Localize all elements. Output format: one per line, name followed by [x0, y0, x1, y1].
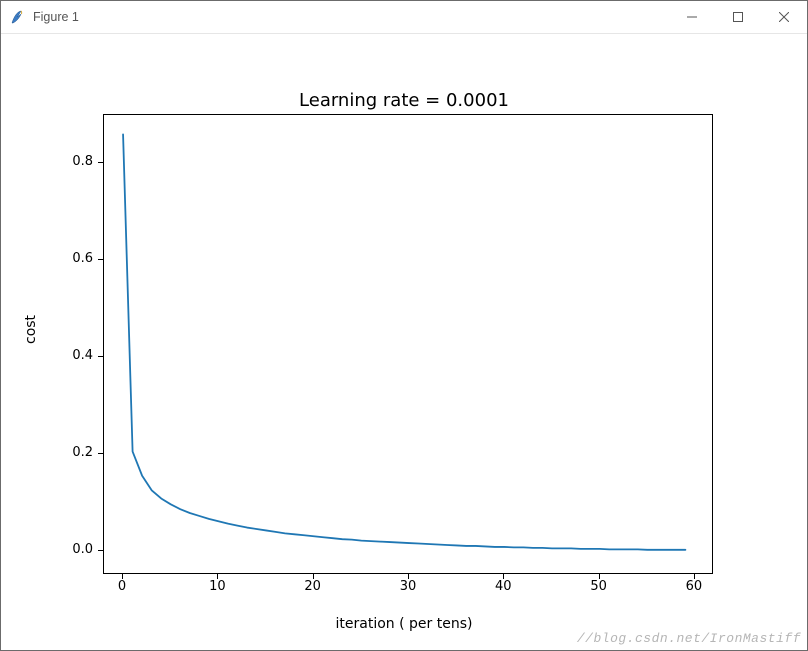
x-tick-label: 10	[197, 579, 237, 594]
line-chart-svg	[104, 115, 714, 575]
maximize-button[interactable]	[715, 1, 761, 33]
x-tick-mark	[217, 574, 218, 579]
y-tick-label: 0.4	[33, 348, 93, 363]
titlebar[interactable]: Figure 1	[1, 1, 807, 34]
window-title: Figure 1	[33, 10, 79, 24]
x-tick-label: 60	[674, 579, 714, 594]
y-tick-label: 0.6	[33, 251, 93, 266]
y-tick-label: 0.2	[33, 445, 93, 460]
y-tick-mark	[98, 162, 103, 163]
plot-area	[103, 114, 713, 574]
y-tick-mark	[98, 550, 103, 551]
minimize-button[interactable]	[669, 1, 715, 33]
x-tick-mark	[503, 574, 504, 579]
y-tick-label: 0.8	[33, 154, 93, 169]
figure-canvas: Learning rate = 0.0001 cost 0.0 0.2 0.4 0.6…	[1, 34, 807, 650]
y-axis-label: cost	[23, 315, 39, 344]
x-axis-label: iteration ( per tens)	[336, 616, 473, 632]
y-tick-mark	[98, 453, 103, 454]
y-tick-label: 0.0	[33, 542, 93, 557]
close-button[interactable]	[761, 1, 807, 33]
x-tick-label: 30	[388, 579, 428, 594]
x-tick-label: 50	[579, 579, 619, 594]
x-tick-mark	[313, 574, 314, 579]
y-tick-mark	[98, 259, 103, 260]
x-tick-mark	[408, 574, 409, 579]
x-tick-mark	[122, 574, 123, 579]
figure-window: Figure 1 Learning rate = 0.0001 cost 0.0…	[0, 0, 808, 651]
x-tick-mark	[694, 574, 695, 579]
x-tick-label: 20	[293, 579, 333, 594]
x-tick-mark	[599, 574, 600, 579]
x-tick-label: 40	[483, 579, 523, 594]
tk-feather-icon	[9, 9, 25, 25]
watermark-text: //blog.csdn.net/IronMastiff	[577, 631, 801, 646]
x-tick-label: 0	[102, 579, 142, 594]
chart-title: Learning rate = 0.0001	[299, 90, 509, 111]
y-tick-mark	[98, 356, 103, 357]
